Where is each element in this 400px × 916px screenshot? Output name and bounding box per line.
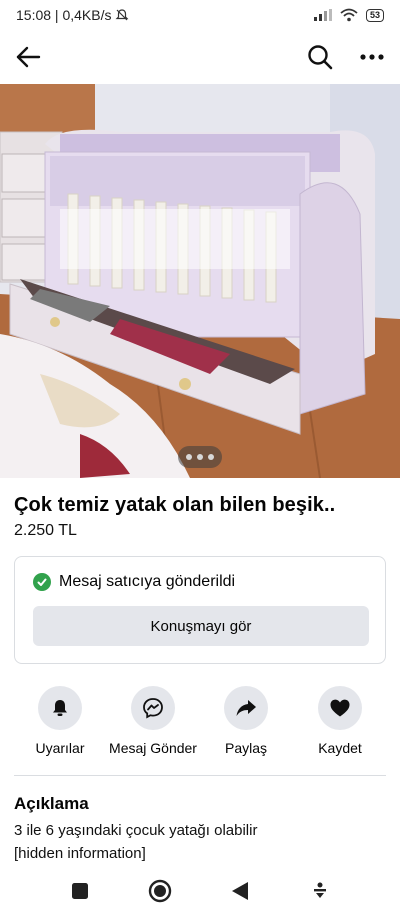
- action-icon-circle: [131, 686, 175, 730]
- status-time: 15:08 | 0,4KB/s: [16, 7, 112, 23]
- save-button[interactable]: Kaydet: [290, 686, 390, 756]
- crib-photo-illustration: [0, 84, 400, 478]
- bell-icon: [53, 700, 67, 716]
- back-button[interactable]: [12, 41, 44, 73]
- recent-apps-button[interactable]: [64, 875, 96, 907]
- description-hidden-text: [hidden information]: [14, 845, 146, 862]
- more-horizontal-icon: [360, 54, 384, 60]
- more-button[interactable]: [356, 41, 388, 73]
- message-status-row: Mesaj satıcıya gönderildi: [33, 573, 235, 591]
- battery-indicator: 53: [365, 8, 384, 22]
- top-app-bar: [0, 36, 400, 78]
- action-icon-circle: [38, 686, 82, 730]
- person-down-icon: [314, 882, 326, 898]
- message-status-text: Mesaj satıcıya gönderildi: [59, 573, 236, 590]
- wifi-icon: [340, 8, 358, 22]
- heart-icon: [330, 699, 350, 717]
- description-text: 3 ile 6 yaşındaki çocuk yatağı olabilir: [14, 822, 258, 839]
- listing-title: Çok temiz yatak olan bilen beşik..: [14, 494, 336, 516]
- share-button[interactable]: Paylaş: [196, 686, 296, 756]
- home-circle-icon: [148, 879, 172, 903]
- save-label: Kaydet: [318, 740, 362, 756]
- pagination-dot: [208, 454, 214, 460]
- mute-icon: [116, 9, 129, 21]
- view-conversation-button[interactable]: Konuşmayı gör: [33, 606, 369, 646]
- send-message-button[interactable]: Mesaj Gönder: [103, 686, 203, 756]
- messenger-icon: [143, 698, 163, 719]
- status-bar: 15:08 | 0,4KB/s 53: [0, 0, 400, 30]
- message-status-card: Mesaj satıcıya gönderildi Konuşmayı gör: [14, 556, 386, 664]
- triangle-back-icon: [232, 882, 248, 900]
- home-button[interactable]: [144, 875, 176, 907]
- share-label: Paylaş: [224, 740, 268, 756]
- pagination-dot: [186, 454, 192, 460]
- photo-pagination-indicator: [178, 446, 222, 468]
- pagination-dot: [197, 454, 203, 460]
- action-row: Uyarılar Mesaj Gönder Paylaş Kaydet: [0, 686, 400, 766]
- send-message-label: Mesaj Gönder: [109, 740, 197, 756]
- alerts-label: Uyarılar: [35, 740, 85, 756]
- back-nav-button[interactable]: [224, 875, 256, 907]
- check-circle-icon: [33, 573, 51, 591]
- action-icon-circle: [318, 686, 362, 730]
- arrow-left-icon: [16, 46, 41, 68]
- nav-options-button[interactable]: [304, 875, 336, 907]
- listing-price: 2.250 TL: [14, 522, 77, 539]
- action-icon-circle: [224, 686, 268, 730]
- section-divider: [14, 775, 386, 776]
- share-icon: [236, 700, 256, 716]
- description-heading: Açıklama: [14, 794, 89, 813]
- square-icon: [72, 883, 88, 899]
- search-button[interactable]: [304, 41, 336, 73]
- listing-photo[interactable]: [0, 84, 400, 478]
- alerts-button[interactable]: Uyarılar: [10, 686, 110, 756]
- signal-icon: [313, 9, 332, 21]
- search-icon: [308, 45, 333, 70]
- system-navigation-bar: [0, 866, 400, 916]
